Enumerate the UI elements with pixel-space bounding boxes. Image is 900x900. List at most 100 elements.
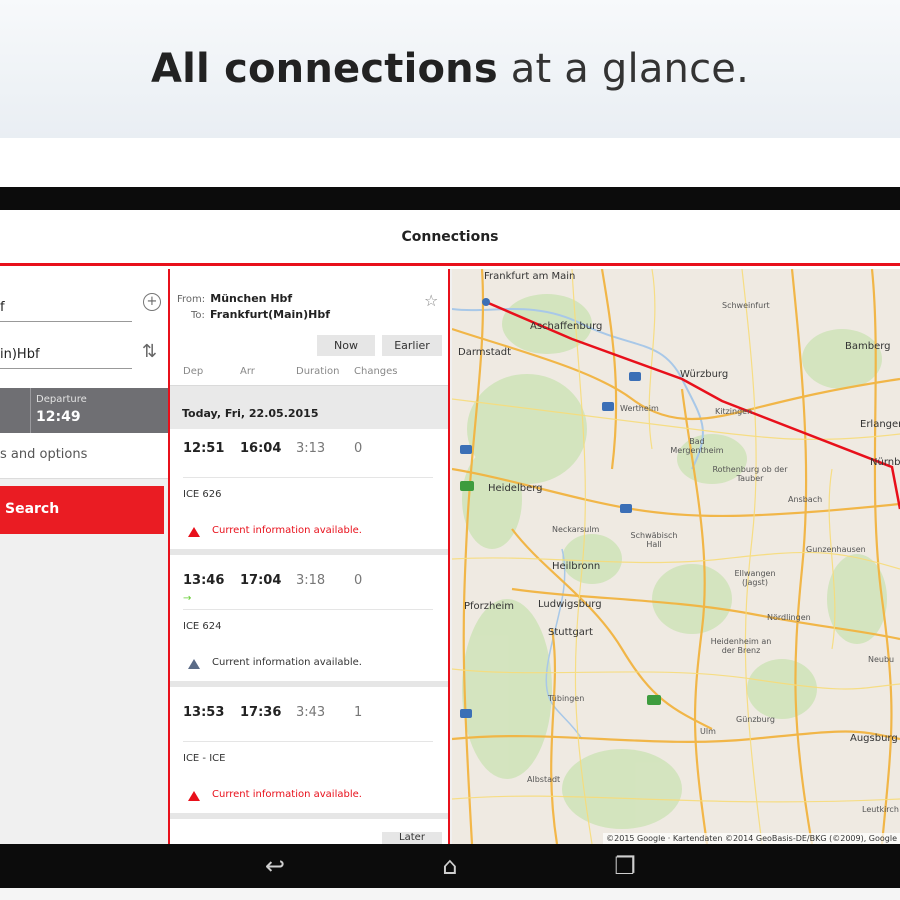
arr-time: 17:04 (240, 573, 282, 588)
map-label: Neckarsulm (552, 525, 600, 534)
map-label: Ellwangen (Jagst) (734, 569, 776, 587)
map-label: Stuttgart (548, 627, 593, 638)
from-field[interactable]: f (0, 294, 132, 322)
connections-panel: From: München Hbf To: Frankfurt(Main)Hbf… (170, 269, 450, 844)
warning-icon (188, 791, 200, 801)
earlier-button[interactable]: Earlier (382, 335, 442, 356)
map-label: Günzburg (736, 715, 775, 724)
headline-strong: All connections (150, 46, 498, 92)
screenshot: All connections at a glance. Connections… (0, 0, 900, 900)
map-label: Schwäbisch Hall (630, 531, 678, 549)
map-label: Neubu (868, 655, 895, 664)
map-label: Ulm (700, 727, 716, 736)
warning-icon (188, 527, 200, 537)
departure-label: Departure (36, 394, 87, 405)
options-link[interactable]: s and options (0, 433, 168, 479)
dep-time: 13:53 (183, 705, 225, 720)
map-label: Heidelberg (488, 483, 543, 494)
departure-time: 12:49 (36, 409, 81, 425)
departure-selector[interactable]: Departure 12:49 (0, 388, 168, 433)
home-icon[interactable]: ⌂ (430, 844, 470, 888)
add-via-icon[interactable]: + (143, 293, 161, 311)
map-label: Pforzheim (464, 601, 515, 612)
map-copyright: ©2015 Google · Kartendaten ©2014 GeoBasi… (603, 833, 900, 844)
train-name: ICE - ICE (183, 753, 226, 764)
divider (183, 741, 433, 742)
search-form: f + in)Hbf ⇅ Departure 12:49 s and optio… (0, 269, 168, 479)
map-label: Ansbach (788, 495, 823, 504)
route-header: From: München Hbf To: Frankfurt(Main)Hbf… (170, 269, 448, 327)
map-label: Schweinfurt (722, 301, 770, 310)
dep-time: 12:51 (183, 441, 225, 456)
headline-light: at a glance. (510, 46, 750, 92)
map-label: Leutkirch (862, 805, 899, 814)
map-label: Nürnb (870, 457, 900, 468)
route-map[interactable]: Frankfurt am Main Aschaffenburg Schweinf… (452, 269, 900, 844)
divider (183, 609, 433, 610)
search-button[interactable]: Search (0, 486, 164, 534)
search-panel: f + in)Hbf ⇅ Departure 12:49 s and optio… (0, 269, 170, 844)
to-field[interactable]: in)Hbf (0, 341, 132, 369)
swap-icon[interactable]: ⇅ (142, 341, 157, 362)
connection-item[interactable]: 12:51 16:04 3:13 0 ICE 626 Current infor… (170, 429, 448, 555)
route-to: To: Frankfurt(Main)Hbf (191, 303, 330, 322)
connection-item[interactable]: 13:46 17:04 3:18 0 → ICE 624 Current inf… (170, 561, 448, 687)
dep-time: 13:46 (183, 573, 225, 588)
map-canvas (452, 269, 900, 844)
later-button[interactable]: Later (382, 832, 442, 844)
divider (183, 477, 433, 478)
headline: All connections at a glance. (151, 46, 749, 92)
info-text: Current information available. (212, 525, 362, 536)
changes: 0 (354, 573, 363, 588)
info-text: Current information available. (212, 789, 362, 800)
back-icon[interactable]: ↩ (255, 844, 295, 888)
train-name: ICE 626 (183, 489, 222, 500)
duration: 3:13 (296, 441, 326, 456)
segment-divider (30, 388, 31, 433)
map-label: Frankfurt am Main (484, 271, 576, 282)
promo-header: All connections at a glance. (0, 0, 900, 138)
to-value: Frankfurt(Main)Hbf (210, 308, 330, 321)
changes: 1 (354, 705, 363, 720)
map-label: Tübingen (548, 694, 585, 703)
realtime-arrow-icon: → (183, 593, 192, 604)
train-name: ICE 624 (183, 621, 222, 632)
map-label: Kitzingen (715, 407, 753, 416)
map-label: Bad Mergentheim (670, 437, 724, 455)
map-label: Heidenheim an der Brenz (710, 637, 772, 655)
star-icon[interactable]: ☆ (424, 291, 438, 310)
arr-time: 17:36 (240, 705, 282, 720)
map-label: Ludwigsburg (538, 599, 602, 610)
duration: 3:43 (296, 705, 326, 720)
content-area: f + in)Hbf ⇅ Departure 12:49 s and optio… (0, 269, 900, 844)
map-label: Aschaffenburg (530, 321, 603, 332)
now-button[interactable]: Now (317, 335, 375, 356)
warning-icon (188, 659, 200, 669)
page-title: Connections (401, 228, 499, 245)
map-label: Rothenburg ob der Tauber (712, 465, 788, 483)
info-text: Current information available. (212, 657, 362, 668)
map-label: Gunzenhausen (806, 545, 866, 554)
bottom-strip (0, 888, 900, 900)
app-bar: Connections (0, 210, 900, 266)
duration: 3:18 (296, 573, 326, 588)
map-label: Bamberg (845, 341, 891, 352)
map-label: Nördlingen (767, 613, 811, 622)
recents-icon[interactable]: ❐ (605, 844, 645, 888)
map-label: Würzburg (680, 369, 729, 380)
col-dep: Dep (183, 366, 204, 377)
col-arr: Arr (240, 366, 255, 377)
map-label: Darmstadt (458, 347, 512, 358)
arr-time: 16:04 (240, 441, 282, 456)
map-label: Heilbronn (552, 561, 601, 572)
map-label: Augsburg (850, 733, 898, 744)
device-status-bar (0, 187, 900, 210)
map-label: Albstadt (527, 775, 561, 784)
col-changes: Changes (354, 366, 398, 377)
to-label: To: (191, 310, 205, 321)
changes: 0 (354, 441, 363, 456)
connection-item[interactable]: 13:53 17:36 3:43 1 ICE - ICE Current inf… (170, 693, 448, 819)
map-label: Erlangen (860, 419, 900, 430)
system-nav-bar: ↩ ⌂ ❐ (0, 844, 900, 888)
date-header: Today, Fri, 22.05.2015 (170, 385, 448, 429)
